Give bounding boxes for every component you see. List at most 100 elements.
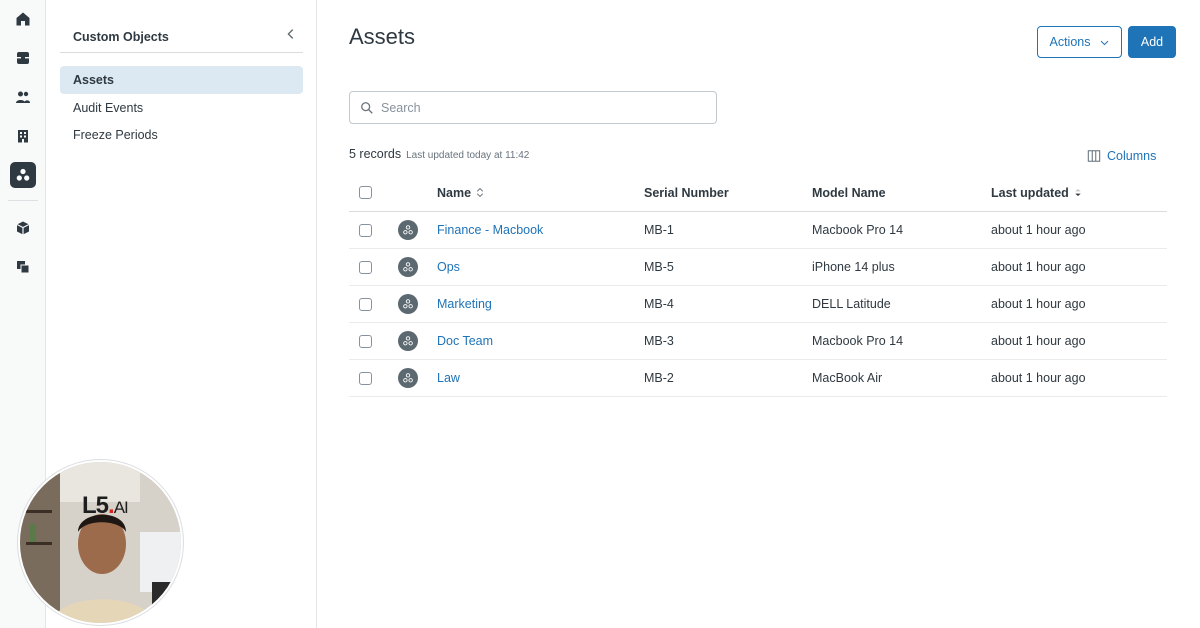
chevron-left-icon (287, 29, 294, 39)
asset-name-link[interactable]: Doc Team (437, 334, 493, 348)
serial-value: MB-4 (644, 297, 674, 311)
webcam-overlay: L5.AI (18, 460, 183, 625)
actions-label: Actions (1049, 35, 1091, 49)
updated-value: about 1 hour ago (991, 334, 1086, 348)
model-cell: MacBook Air (812, 360, 882, 396)
asset-name-link[interactable]: Marketing (437, 297, 492, 311)
serial-cell: MB-3 (644, 323, 674, 359)
home-icon[interactable] (10, 6, 36, 32)
serial-value: MB-2 (644, 371, 674, 385)
main-content: Assets Actions Add 5 records Last update… (318, 0, 1200, 628)
row-select-cell (359, 212, 372, 248)
asset-name-link[interactable]: Ops (437, 260, 460, 274)
model-value: DELL Latitude (812, 297, 891, 311)
model-value: iPhone 14 plus (812, 260, 895, 274)
updated-column-header[interactable]: Last updated (991, 174, 1082, 211)
row-checkbox[interactable] (359, 260, 372, 274)
subnav-item-label: Freeze Periods (73, 128, 158, 142)
row-checkbox[interactable] (359, 297, 372, 311)
table-row[interactable]: Ops MB-5 iPhone 14 plus about 1 hour ago (349, 249, 1167, 286)
updated-cell: about 1 hour ago (991, 360, 1086, 396)
updated-value: about 1 hour ago (991, 260, 1086, 274)
custom-objects-icon[interactable] (10, 162, 36, 188)
records-count: 5 records (349, 147, 402, 161)
chevron-down-icon (1100, 40, 1108, 45)
row-checkbox[interactable] (359, 334, 372, 348)
collapse-nav-button[interactable] (283, 26, 299, 42)
serial-column-header[interactable]: Serial Number (644, 174, 729, 211)
cube-icon[interactable] (10, 215, 36, 241)
subnav-item-assets[interactable]: Assets (60, 66, 303, 94)
building-icon[interactable] (10, 123, 36, 149)
table-row[interactable]: Finance - Macbook MB-1 Macbook Pro 14 ab… (349, 212, 1167, 249)
actions-button[interactable]: Actions (1037, 26, 1122, 58)
model-column-header[interactable]: Model Name (812, 174, 886, 211)
updated-value: about 1 hour ago (991, 297, 1086, 311)
add-label: Add (1140, 35, 1164, 49)
records-summary: 5 records Last updated today at 11:42 (349, 147, 529, 161)
copy-icon[interactable] (10, 254, 36, 280)
updated-value: about 1 hour ago (991, 223, 1086, 237)
sort-icon (476, 187, 484, 198)
asset-name-link[interactable]: Law (437, 371, 460, 385)
name-cell: Ops (437, 249, 460, 285)
row-checkbox[interactable] (359, 371, 372, 385)
sort-descending-icon (1074, 187, 1082, 198)
model-value: MacBook Air (812, 371, 883, 385)
serial-value: MB-1 (644, 223, 674, 237)
serial-cell: MB-2 (644, 360, 674, 396)
object-icon-cell (398, 249, 418, 285)
updated-cell: about 1 hour ago (991, 323, 1086, 359)
model-cell: Macbook Pro 14 (812, 323, 903, 359)
model-value: Macbook Pro 14 (812, 334, 904, 348)
table-row[interactable]: Doc Team MB-3 Macbook Pro 14 about 1 hou… (349, 323, 1167, 360)
custom-object-icon (398, 257, 418, 277)
subnav-item-freeze-periods[interactable]: Freeze Periods (60, 121, 303, 149)
table-header-row: Name Serial Number Model Name Last updat… (349, 174, 1167, 212)
custom-object-icon (398, 294, 418, 314)
assets-table: Name Serial Number Model Name Last updat… (349, 174, 1167, 397)
object-icon-cell (398, 360, 418, 396)
select-all-checkbox[interactable] (359, 186, 372, 199)
search-field[interactable] (349, 91, 717, 124)
subnav-item-audit-events[interactable]: Audit Events (60, 94, 303, 122)
name-cell: Law (437, 360, 460, 396)
name-column-header[interactable]: Name (437, 174, 484, 211)
page-title: Assets (349, 24, 416, 49)
custom-object-icon (398, 220, 418, 240)
updated-header-label: Last updated (991, 185, 1069, 200)
object-icon-cell (398, 323, 418, 359)
users-icon[interactable] (10, 84, 36, 110)
search-input[interactable] (381, 100, 701, 115)
inbox-icon[interactable] (10, 45, 36, 71)
updated-cell: about 1 hour ago (991, 286, 1086, 322)
search-icon (361, 101, 373, 114)
records-updated: Last updated today at 11:42 (406, 150, 530, 161)
model-cell: Macbook Pro 14 (812, 212, 903, 248)
custom-object-icon (398, 368, 418, 388)
add-button[interactable]: Add (1128, 26, 1176, 58)
model-cell: iPhone 14 plus (812, 249, 895, 285)
row-select-cell (359, 323, 372, 359)
rail-divider (8, 200, 38, 201)
row-select-cell (359, 360, 372, 396)
updated-value: about 1 hour ago (991, 371, 1086, 385)
serial-value: MB-5 (644, 260, 674, 274)
table-row[interactable]: Law MB-2 MacBook Air about 1 hour ago (349, 360, 1167, 397)
table-row[interactable]: Marketing MB-4 DELL Latitude about 1 hou… (349, 286, 1167, 323)
serial-cell: MB-5 (644, 249, 674, 285)
row-select-cell (359, 249, 372, 285)
presenter-video (20, 462, 181, 623)
columns-label: Columns (1107, 149, 1157, 163)
object-icon-cell (398, 212, 418, 248)
columns-button[interactable]: Columns (1087, 149, 1156, 163)
name-cell: Finance - Macbook (437, 212, 543, 248)
asset-name-link[interactable]: Finance - Macbook (437, 223, 543, 237)
serial-cell: MB-1 (644, 212, 674, 248)
row-checkbox[interactable] (359, 223, 372, 237)
subnav-header: Custom Objects (60, 24, 303, 53)
serial-header-label: Serial Number (644, 185, 729, 200)
l5-ai-logo: L5.AI (82, 492, 129, 519)
model-value: Macbook Pro 14 (812, 223, 904, 237)
row-select-cell (359, 286, 372, 322)
